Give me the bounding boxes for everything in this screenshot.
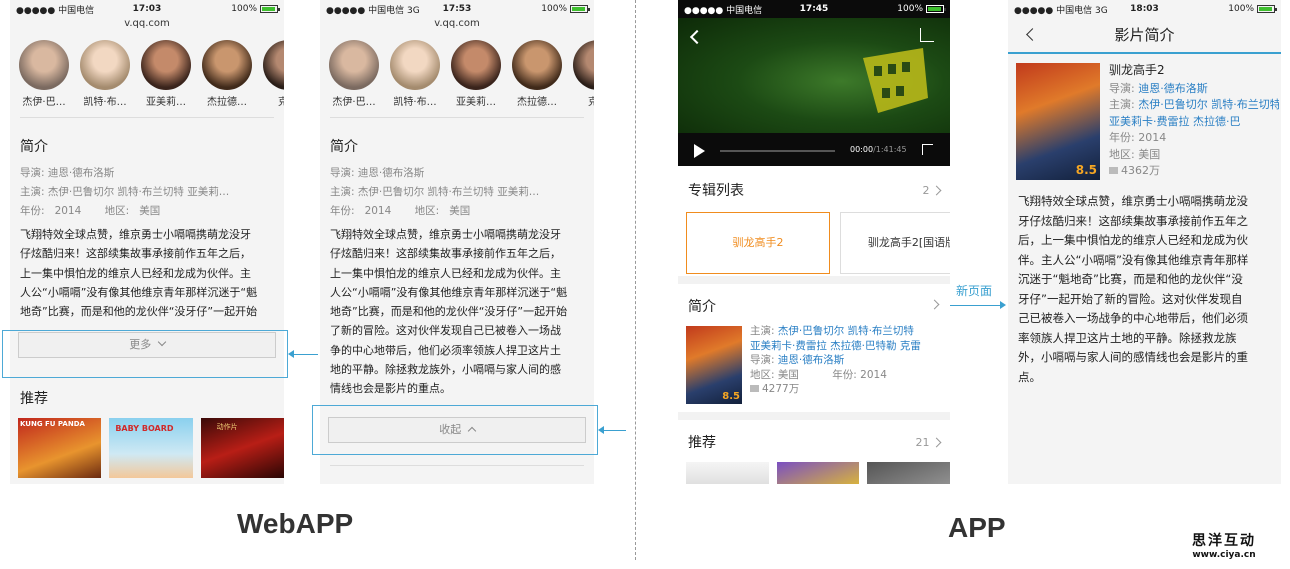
avatar bbox=[451, 40, 501, 90]
more-highlight bbox=[2, 330, 288, 378]
chevron-right-icon bbox=[931, 185, 942, 195]
chevron-right-icon bbox=[931, 437, 942, 447]
recommend-title: 推荐 bbox=[688, 435, 716, 451]
url-bar[interactable]: v.qq.com bbox=[320, 18, 594, 30]
app-screen-main: ●●●●● 中国电信 17:45 100% 00:00/1:41:45 专辑列表… bbox=[678, 0, 950, 484]
movie-poster: 8.5 bbox=[1016, 63, 1100, 180]
collapse-highlight bbox=[312, 405, 598, 455]
cast-item[interactable]: 杰伊·巴… bbox=[328, 40, 380, 108]
status-bar: ●●●●● 中国电信 3G 18:03 100% bbox=[1008, 0, 1281, 18]
album-count[interactable]: 2 bbox=[923, 184, 942, 197]
intro-title: 简介 bbox=[330, 139, 358, 155]
episode-item-active[interactable]: 驯龙高手2 bbox=[686, 212, 830, 274]
episode-item[interactable]: 驯龙高手2[国语版 bbox=[840, 212, 950, 274]
intro-title: 简介 bbox=[688, 299, 716, 315]
movie-title: 驯龙高手2 bbox=[1109, 63, 1165, 77]
cast-item[interactable]: 杰拉德… bbox=[201, 40, 253, 108]
intro-section[interactable]: 简介 8.5 主演: 杰伊·巴鲁切尔 凯特·布兰切特 亚美莉卡·费雷拉 杰拉德·… bbox=[678, 284, 950, 412]
album-title: 专辑列表 bbox=[688, 183, 744, 199]
arrow-left-icon bbox=[288, 350, 318, 358]
year-region-line: 年份: 2014 地区: 美国 bbox=[330, 205, 471, 217]
actors-line: 主演: 杰伊·巴鲁切尔 凯特·布兰切特 亚美莉… bbox=[20, 186, 230, 198]
cast-list: 杰伊·巴… 凯特·布… 亚美莉… 杰拉德… 克雷 bbox=[320, 30, 594, 108]
app-label: APP bbox=[948, 512, 1006, 543]
cast-item[interactable]: 克雷 bbox=[572, 40, 594, 108]
recommend-thumb[interactable] bbox=[867, 462, 950, 484]
movie-meta: 驯龙高手2 导演: 迪恩·德布洛斯 主演: 杰伊·巴鲁切尔 凯特·布兰切特 亚美… bbox=[1109, 63, 1279, 177]
recommend-thumb[interactable]: BABY BOARD bbox=[109, 418, 193, 479]
recommend-thumb[interactable] bbox=[776, 462, 860, 484]
status-bar: ●●●●● 中国电信 17:03 100% bbox=[10, 0, 284, 18]
app-screen-intro-page: ●●●●● 中国电信 3G 18:03 100% 影片简介 8.5 驯龙高手2 … bbox=[1008, 0, 1281, 484]
album-section: 专辑列表 2 驯龙高手2 驯龙高手2[国语版 bbox=[678, 166, 950, 276]
new-page-label: 新页面 bbox=[956, 284, 993, 298]
cast-item[interactable]: 克雷 bbox=[262, 40, 284, 108]
year-region-line: 年份: 2014 地区: 美国 bbox=[20, 205, 161, 217]
director-line: 导演: 迪恩·德布洛斯 bbox=[330, 167, 425, 179]
avatar bbox=[573, 40, 594, 90]
intro-title: 简介 bbox=[20, 139, 48, 155]
arrow-left-icon bbox=[598, 426, 626, 434]
description: 飞翔特效全球点赞，维京勇士小嗝嗝携萌龙没 牙仔炫酷归来！这部续集故事承接前作五年… bbox=[1018, 194, 1249, 384]
play-count-icon bbox=[750, 385, 759, 392]
fullscreen-icon[interactable] bbox=[922, 144, 933, 155]
recommend-count[interactable]: 21 bbox=[916, 436, 942, 449]
avatar bbox=[141, 40, 191, 90]
cast-list: 杰伊·巴… 凯特·布… 亚美莉… 杰拉德… 克雷 bbox=[10, 30, 284, 108]
film-reel-icon bbox=[863, 48, 928, 113]
battery-icon bbox=[1257, 5, 1277, 13]
play-icon[interactable] bbox=[694, 144, 705, 158]
nav-title: 影片简介 bbox=[1114, 26, 1175, 44]
arrow-right-icon bbox=[950, 301, 1006, 309]
cast-item[interactable]: 亚美莉… bbox=[450, 40, 502, 108]
description: 飞翔特效全球点赞，维京勇士小嗝嗝携萌龙没牙 仔炫酷归来！这部续集故事承接前作五年… bbox=[20, 228, 258, 319]
play-count-icon bbox=[1109, 167, 1118, 174]
recommend-list: KUNG FU PANDA BABY BOARD 动作片 bbox=[10, 408, 284, 479]
status-bar: ●●●●● 中国电信 3G 17:53 100% bbox=[320, 0, 594, 18]
chevron-right-icon bbox=[929, 299, 940, 310]
cast-item[interactable]: 凯特·布… bbox=[389, 40, 441, 108]
avatar bbox=[80, 40, 130, 90]
recommend-thumb[interactable]: KUNG FU PANDA bbox=[18, 418, 102, 479]
player-time: 00:00/1:41:45 bbox=[850, 145, 907, 154]
movie-poster: 8.5 bbox=[686, 326, 742, 404]
video-player[interactable]: ●●●●● 中国电信 17:45 100% 00:00/1:41:45 bbox=[678, 0, 950, 166]
avatar bbox=[202, 40, 252, 90]
intro-meta: 主演: 杰伊·巴鲁切尔 凯特·布兰切特 亚美莉卡·费雷拉 杰拉德·巴特勒 克雷 … bbox=[750, 325, 921, 395]
cast-item[interactable]: 杰拉德… bbox=[511, 40, 563, 108]
nav-bar: 影片简介 bbox=[1008, 18, 1281, 54]
webapp-screen-collapsed: ●●●●● 中国电信 17:03 100% v.qq.com 杰伊·巴… 凯特·… bbox=[10, 0, 284, 484]
battery-icon bbox=[260, 5, 280, 13]
avatar bbox=[263, 40, 284, 90]
avatar bbox=[512, 40, 562, 90]
video-frame bbox=[678, 18, 950, 133]
battery-icon bbox=[926, 5, 946, 13]
cast-item[interactable]: 亚美莉… bbox=[140, 40, 192, 108]
recommend-thumb[interactable]: 动作片 bbox=[200, 418, 284, 479]
progress-bar[interactable] bbox=[720, 150, 835, 152]
description: 飞翔特效全球点赞，维京勇士小嗝嗝携萌龙没牙 仔炫酷归来！这部续集故事承接前作五年… bbox=[330, 228, 568, 396]
recommend-section: 推荐 21 bbox=[678, 420, 950, 484]
avatar bbox=[329, 40, 379, 90]
cast-item[interactable]: 凯特·布… bbox=[79, 40, 131, 108]
avatar bbox=[19, 40, 69, 90]
status-bar: ●●●●● 中国电信 17:45 100% bbox=[678, 0, 950, 18]
url-bar[interactable]: v.qq.com bbox=[10, 18, 284, 30]
webapp-label: WebAPP bbox=[237, 508, 354, 539]
section-divider bbox=[635, 0, 636, 560]
cast-item[interactable]: 杰伊·巴… bbox=[18, 40, 70, 108]
watermark-logo: 思洋互动 www.ciya.cn bbox=[1192, 533, 1256, 560]
director-line: 导演: 迪恩·德布洛斯 bbox=[20, 167, 115, 179]
share-icon[interactable] bbox=[920, 28, 934, 42]
battery-icon bbox=[570, 5, 590, 13]
recommend-thumb[interactable] bbox=[686, 462, 769, 484]
divider bbox=[330, 464, 584, 466]
avatar bbox=[390, 40, 440, 90]
actors-line: 主演: 杰伊·巴鲁切尔 凯特·布兰切特 亚美莉… bbox=[330, 186, 540, 198]
